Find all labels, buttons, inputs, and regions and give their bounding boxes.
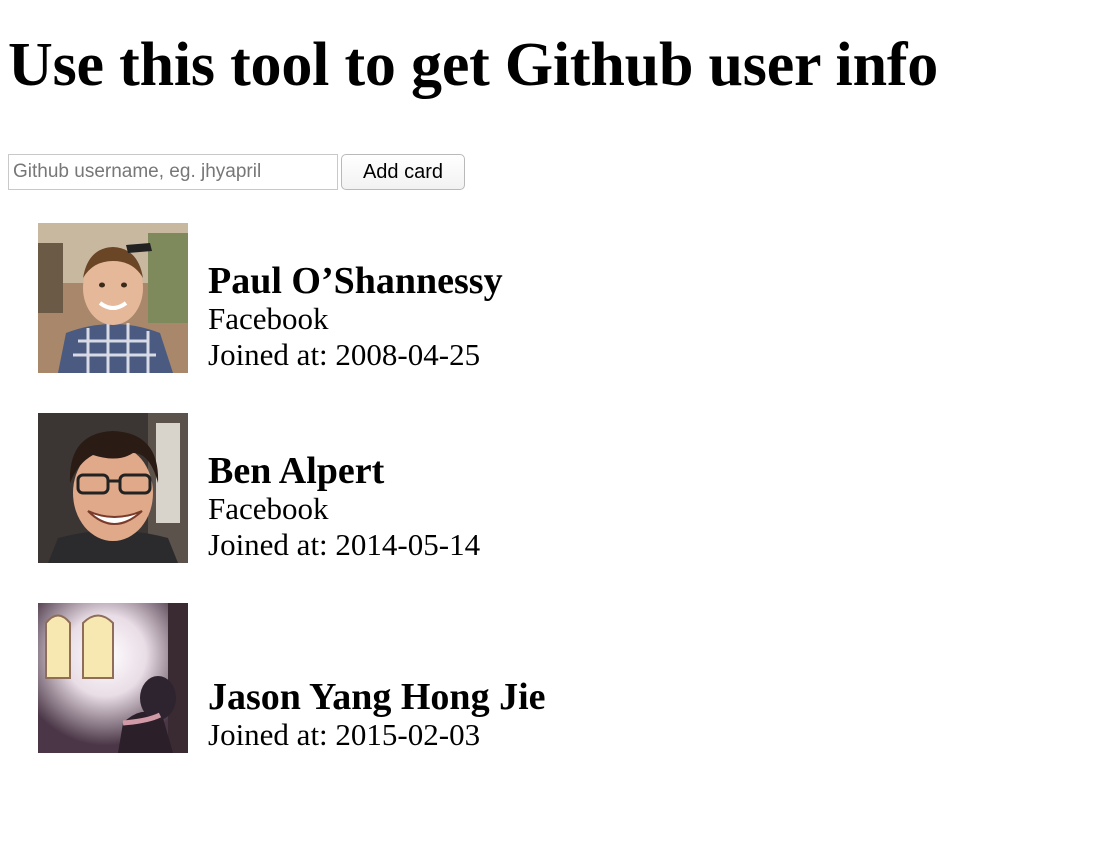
page-title: Use this tool to get Github user info	[8, 31, 939, 99]
add-card-button[interactable]: Add card	[341, 154, 465, 190]
user-name: Jason Yang Hong Jie	[208, 676, 546, 718]
user-info: Ben Alpert Facebook Joined at: 2014-05-1…	[208, 451, 480, 563]
user-joined-date: Joined at: 2008-04-25	[208, 337, 481, 372]
page: Use this tool to get Github user info Ad…	[0, 0, 1118, 753]
user-joined-date: Joined at: 2014-05-14	[208, 527, 481, 562]
user-info: Paul O’Shannessy Facebook Joined at: 200…	[208, 261, 503, 373]
user-joined-date: Joined at: 2015-02-03	[208, 717, 481, 752]
user-info: Jason Yang Hong Jie Joined at: 2015-02-0…	[208, 677, 546, 753]
user-card: Ben Alpert Facebook Joined at: 2014-05-1…	[38, 413, 1110, 563]
user-card: Jason Yang Hong Jie Joined at: 2015-02-0…	[38, 603, 1110, 753]
user-name: Paul O’Shannessy	[208, 260, 503, 302]
avatar	[38, 223, 188, 373]
user-card: Paul O’Shannessy Facebook Joined at: 200…	[38, 223, 1110, 373]
user-company: Facebook	[208, 301, 329, 336]
user-company: Facebook	[208, 491, 329, 526]
card-list: Paul O’Shannessy Facebook Joined at: 200…	[8, 223, 1110, 753]
user-name: Ben Alpert	[208, 450, 385, 492]
github-username-input[interactable]	[8, 154, 338, 190]
avatar	[38, 603, 188, 753]
add-card-form: Add card	[8, 154, 1110, 190]
avatar	[38, 413, 188, 563]
